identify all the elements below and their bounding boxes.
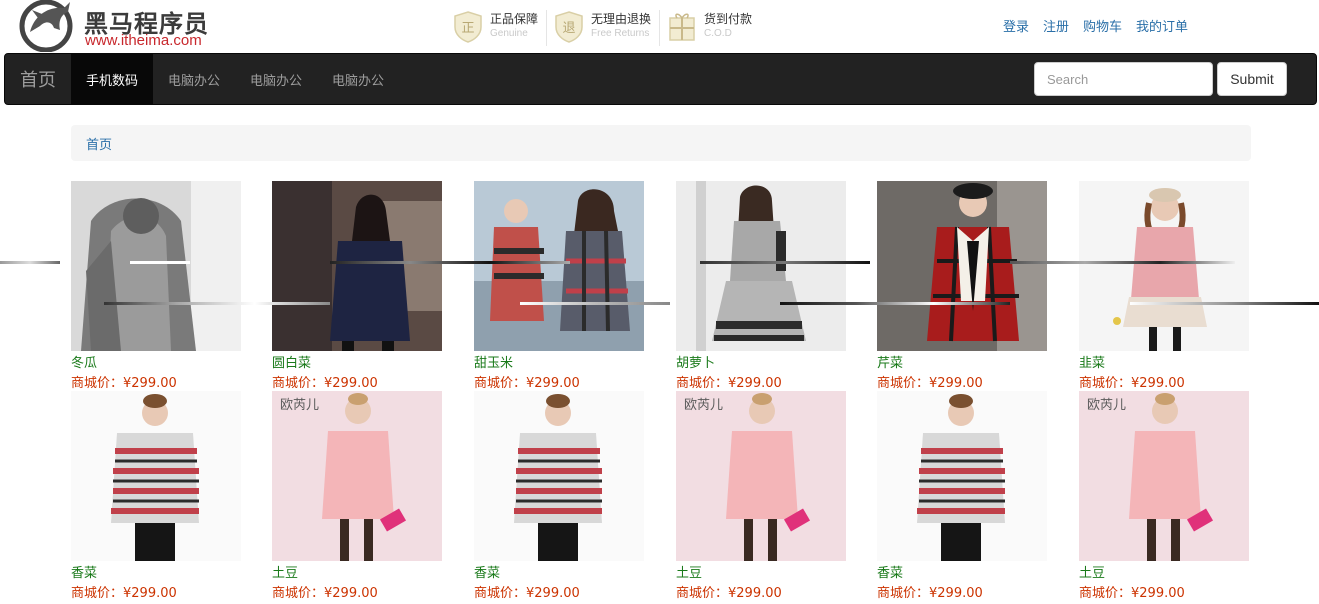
render-artifact-line [1010, 261, 1235, 264]
product-card[interactable]: 圆白菜 商城价：¥299.00 [272, 181, 442, 391]
promise-returns: 退 无理由退换 Free Returns [553, 10, 661, 46]
product-price: 商城价：¥299.00 [1079, 376, 1185, 391]
product-price: 商城价：¥299.00 [71, 376, 177, 391]
product-image[interactable] [1079, 181, 1249, 351]
product-price: 商城价：¥299.00 [474, 376, 580, 391]
login-link[interactable]: 登录 [1003, 16, 1029, 35]
product-image[interactable]: 欧芮儿 [676, 391, 846, 561]
product-price: 商城价：¥299.00 [877, 586, 983, 601]
product-image[interactable] [71, 391, 241, 561]
product-price: 商城价：¥299.00 [272, 376, 378, 391]
render-artifact-line [1130, 302, 1319, 305]
product-name[interactable]: 胡萝卜 [676, 352, 715, 371]
return-shield-icon: 退 [555, 11, 583, 43]
svg-text:退: 退 [563, 21, 576, 36]
product-price: 商城价：¥299.00 [272, 586, 378, 601]
product-card[interactable]: 韭菜 商城价：¥299.00 [1079, 181, 1249, 391]
nav-item-digital[interactable]: 手机数码 [71, 54, 154, 104]
nav-item-office[interactable]: 电脑办公 [153, 54, 235, 104]
product-card[interactable]: 香菜 商城价：¥299.00 [877, 391, 1047, 601]
render-artifact-line [130, 261, 190, 264]
product-name[interactable]: 土豆 [1079, 562, 1105, 581]
product-card[interactable]: 胡萝卜 商城价：¥299.00 [676, 181, 846, 391]
product-name[interactable]: 冬瓜 [71, 352, 97, 371]
watermark-text: 欧芮儿 [1087, 397, 1126, 413]
product-image[interactable]: 欧芮儿 [1079, 391, 1249, 561]
category-nav: 手机数码 电脑办公 电脑办公 电脑办公 [71, 54, 399, 104]
promise-subtitle: Genuine [490, 28, 528, 39]
breadcrumb-home-link[interactable]: 首页 [86, 134, 112, 153]
nav-item-office[interactable]: 电脑办公 [235, 54, 317, 104]
product-card[interactable]: 甜玉米 商城价：¥299.00 [474, 181, 644, 391]
render-artifact-line [520, 302, 670, 305]
render-artifact-line [0, 261, 60, 264]
navbar-brand[interactable]: 首页 [20, 66, 56, 92]
product-image[interactable] [474, 181, 644, 351]
product-price: 商城价：¥299.00 [71, 586, 177, 601]
product-name[interactable]: 土豆 [272, 562, 298, 581]
product-name[interactable]: 韭菜 [1079, 352, 1105, 371]
product-price: 商城价：¥299.00 [676, 376, 782, 391]
product-image[interactable] [272, 181, 442, 351]
product-name[interactable]: 香菜 [474, 562, 500, 581]
product-card[interactable]: 欧芮儿 土豆 商城价：¥299.00 [272, 391, 442, 601]
cart-link[interactable]: 购物车 [1083, 16, 1122, 35]
svg-text:正: 正 [461, 21, 474, 36]
product-image[interactable] [474, 391, 644, 561]
main-navbar: 首页 手机数码 电脑办公 电脑办公 电脑办公 Submit [4, 53, 1317, 105]
product-card[interactable]: 冬瓜 商城价：¥299.00 [71, 181, 241, 391]
user-links: 登录 注册 购物车 我的订单 [1003, 16, 1188, 35]
product-name[interactable]: 圆白菜 [272, 352, 311, 371]
promise-cod: 货到付款 C.O.D [666, 10, 760, 46]
product-name[interactable]: 香菜 [877, 562, 903, 581]
top-header: 黑马程序员 www.itheima.com 正 正品保障 Genuine 退 无… [0, 0, 1319, 52]
genuine-shield-icon: 正 [454, 11, 482, 43]
gift-box-icon [669, 13, 695, 41]
product-name[interactable]: 香菜 [71, 562, 97, 581]
register-link[interactable]: 注册 [1043, 16, 1069, 35]
nav-item-office[interactable]: 电脑办公 [317, 54, 399, 104]
logo[interactable]: 黑马程序员 www.itheima.com [18, 0, 238, 52]
promise-title: 正品保障 [490, 12, 539, 26]
product-price: 商城价：¥299.00 [877, 376, 983, 391]
product-name[interactable]: 芹菜 [877, 352, 903, 371]
product-image[interactable] [877, 391, 1047, 561]
product-image[interactable] [71, 181, 241, 351]
product-image[interactable] [676, 181, 846, 351]
product-card[interactable]: 欧芮儿 土豆 商城价：¥299.00 [1079, 391, 1249, 601]
promise-title: 无理由退换 [591, 12, 652, 26]
watermark-text: 欧芮儿 [684, 397, 723, 413]
product-price: 商城价：¥299.00 [474, 586, 580, 601]
product-card[interactable]: 香菜 商城价：¥299.00 [71, 391, 241, 601]
horse-logo-icon [19, 0, 73, 52]
promise-title: 货到付款 [704, 12, 753, 26]
product-card[interactable]: 芹菜 商城价：¥299.00 [877, 181, 1047, 391]
render-artifact-line [780, 302, 1010, 305]
breadcrumb: 首页 [71, 125, 1251, 161]
search-input[interactable] [1034, 62, 1213, 96]
promise-subtitle: C.O.D [704, 28, 732, 39]
watermark-text: 欧芮儿 [280, 397, 319, 413]
product-name[interactable]: 土豆 [676, 562, 702, 581]
product-name[interactable]: 甜玉米 [474, 352, 513, 371]
logo-url: www.itheima.com [85, 32, 202, 49]
render-artifact-line [700, 261, 870, 264]
product-image[interactable]: 欧芮儿 [272, 391, 442, 561]
my-orders-link[interactable]: 我的订单 [1136, 16, 1188, 35]
service-promises: 正 正品保障 Genuine 退 无理由退换 Free Returns 货到付款… [452, 10, 766, 46]
render-artifact-line [104, 302, 330, 305]
promise-genuine: 正 正品保障 Genuine [452, 10, 548, 46]
render-artifact-line [330, 261, 570, 264]
product-card[interactable]: 香菜 商城价：¥299.00 [474, 391, 644, 601]
promise-subtitle: Free Returns [591, 28, 650, 39]
product-card[interactable]: 欧芮儿 土豆 商城价：¥299.00 [676, 391, 846, 601]
product-price: 商城价：¥299.00 [1079, 586, 1185, 601]
product-price: 商城价：¥299.00 [676, 586, 782, 601]
search-submit-button[interactable]: Submit [1217, 62, 1287, 96]
product-image[interactable] [877, 181, 1047, 351]
